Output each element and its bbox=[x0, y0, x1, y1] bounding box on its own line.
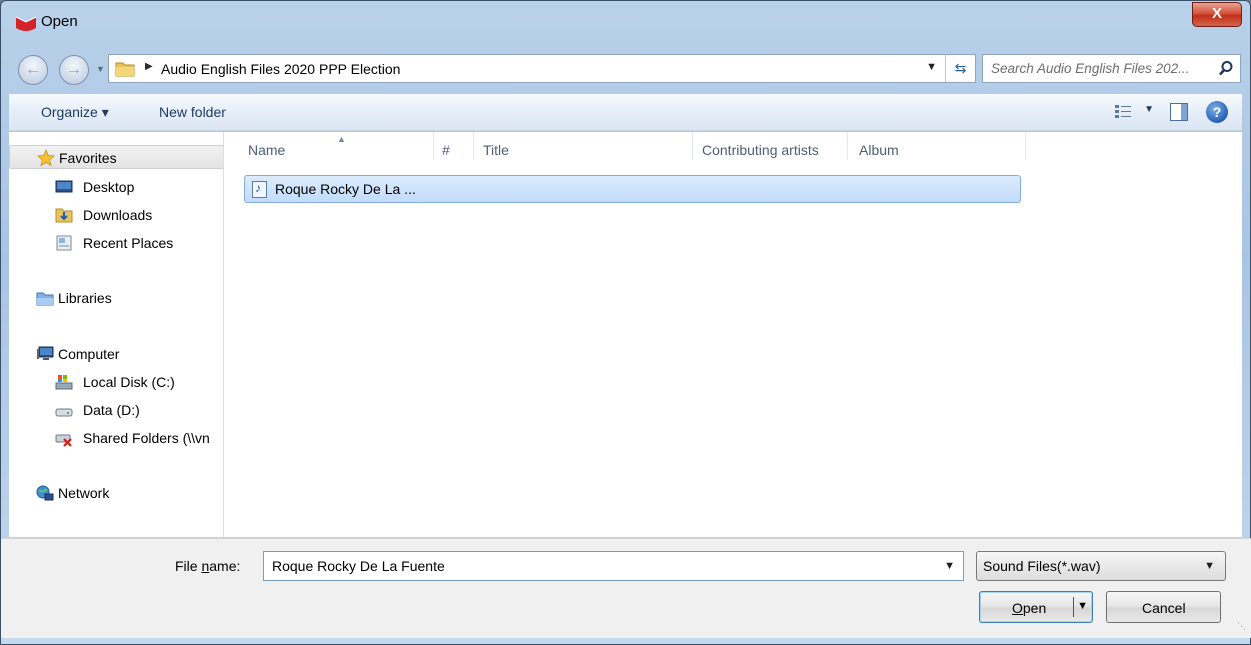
preview-pane-icon[interactable] bbox=[1170, 103, 1188, 121]
help-icon[interactable]: ? bbox=[1206, 101, 1228, 123]
search-box[interactable]: Search Audio English Files 202... bbox=[982, 54, 1241, 83]
title-bar: Open X bbox=[1, 1, 1250, 41]
resize-grip-icon[interactable]: ⋱ bbox=[1237, 621, 1246, 632]
sidebar-item-label: Local Disk (C:) bbox=[83, 374, 175, 390]
sidebar-item-label: Data (D:) bbox=[83, 402, 140, 418]
chevron-down-icon[interactable]: ▼ bbox=[1204, 560, 1215, 572]
close-icon: X bbox=[1211, 5, 1222, 22]
view-dropdown-icon[interactable]: ▼ bbox=[1144, 104, 1154, 115]
content-area: Favorites Desktop Downloads Recent Place… bbox=[9, 132, 1242, 537]
organize-button[interactable]: Organize ▾ bbox=[41, 104, 109, 121]
cancel-button[interactable]: Cancel bbox=[1106, 591, 1221, 623]
address-bar[interactable]: ▶ Audio English Files 2020 PPP Election … bbox=[108, 54, 976, 83]
split-divider bbox=[1073, 597, 1074, 617]
breadcrumb-current-folder[interactable]: Audio English Files 2020 PPP Election bbox=[161, 61, 400, 77]
sidebar-item-label: Desktop bbox=[83, 179, 135, 195]
chevron-down-icon[interactable]: ▼ bbox=[944, 560, 955, 572]
drive-icon bbox=[55, 408, 73, 417]
column-divider[interactable] bbox=[847, 132, 848, 160]
column-divider[interactable] bbox=[1025, 132, 1026, 160]
desktop-icon bbox=[55, 180, 73, 193]
open-button-label: Open bbox=[1012, 600, 1047, 616]
breadcrumb-chevron-icon[interactable]: ▶ bbox=[145, 61, 153, 72]
file-type-select[interactable]: Sound Files(*.wav) ▼ bbox=[976, 551, 1226, 581]
sidebar-item-label: Network bbox=[58, 485, 110, 501]
sidebar-item-data-drive[interactable]: Data (D:) bbox=[9, 398, 223, 422]
sidebar-item-label: Favorites bbox=[59, 150, 117, 166]
computer-icon bbox=[37, 346, 54, 360]
new-folder-button[interactable]: New folder bbox=[159, 104, 226, 120]
address-dropdown-icon[interactable]: ▼ bbox=[926, 61, 937, 73]
window-title: Open bbox=[41, 13, 78, 30]
search-input[interactable]: Search Audio English Files 202... bbox=[991, 61, 1189, 76]
audio-file-icon bbox=[252, 181, 267, 198]
recent-locations-dropdown-icon[interactable]: ▼ bbox=[96, 64, 105, 74]
column-divider[interactable] bbox=[692, 132, 693, 160]
sidebar-item-label: Computer bbox=[58, 346, 120, 362]
sidebar-item-label: Libraries bbox=[58, 290, 112, 306]
sidebar-item-recent-places[interactable]: Recent Places bbox=[9, 231, 223, 255]
column-header-track-number[interactable]: # bbox=[442, 142, 450, 158]
command-bar: Organize ▾ New folder ▼ ? bbox=[9, 94, 1242, 131]
navigation-pane[interactable]: Favorites Desktop Downloads Recent Place… bbox=[9, 132, 224, 537]
downloads-icon bbox=[55, 208, 73, 223]
sidebar-item-network[interactable]: Network bbox=[9, 481, 223, 505]
open-dialog: Open X ← → ▼ ▶ Audio English Files 2020 … bbox=[0, 0, 1251, 645]
sort-ascending-icon: ▲ bbox=[337, 134, 346, 144]
column-header-contributing-artists[interactable]: Contributing artists bbox=[702, 142, 819, 158]
sidebar-item-downloads[interactable]: Downloads bbox=[9, 203, 223, 227]
refresh-icon: ⇆ bbox=[954, 60, 967, 76]
forward-arrow-icon: → bbox=[66, 61, 82, 78]
sidebar-item-libraries[interactable]: Libraries bbox=[9, 286, 223, 310]
column-divider[interactable] bbox=[433, 132, 434, 160]
sidebar-item-label: Shared Folders (\\vn bbox=[83, 430, 210, 446]
column-divider[interactable] bbox=[473, 132, 474, 160]
sidebar-item-label: Downloads bbox=[83, 207, 153, 223]
file-name-field[interactable]: Roque Rocky De La Fuente ▼ bbox=[263, 551, 964, 581]
app-logo-icon bbox=[15, 16, 37, 31]
cancel-button-label: Cancel bbox=[1142, 600, 1186, 616]
file-name: Roque Rocky De La ... bbox=[275, 181, 416, 197]
search-icon[interactable] bbox=[1218, 60, 1234, 76]
sidebar-item-local-disk[interactable]: Local Disk (C:) bbox=[9, 370, 223, 394]
folder-icon bbox=[115, 62, 135, 77]
view-options-icon[interactable] bbox=[1114, 103, 1132, 121]
network-icon bbox=[36, 485, 54, 501]
back-button[interactable]: ← bbox=[18, 55, 48, 85]
recent-places-icon bbox=[56, 235, 72, 251]
close-button[interactable]: X bbox=[1192, 2, 1242, 27]
sidebar-item-favorites[interactable]: Favorites bbox=[9, 145, 223, 169]
file-name-label: File name: bbox=[175, 558, 241, 574]
disconnected-network-drive-icon bbox=[55, 434, 72, 447]
libraries-icon bbox=[36, 292, 54, 306]
back-arrow-icon: ← bbox=[25, 61, 41, 78]
star-icon bbox=[37, 149, 55, 167]
column-header-name[interactable]: Name bbox=[248, 142, 285, 158]
sidebar-item-label: Recent Places bbox=[83, 235, 174, 251]
dialog-footer: File name: Roque Rocky De La Fuente ▼ So… bbox=[1, 538, 1251, 638]
file-list[interactable]: ▲ Name # Title Contributing artists Albu… bbox=[225, 132, 1242, 537]
sidebar-item-shared-folders[interactable]: Shared Folders (\\vn bbox=[9, 426, 223, 450]
file-row[interactable]: Roque Rocky De La ... bbox=[244, 175, 1021, 203]
sidebar-item-computer[interactable]: Computer bbox=[9, 342, 223, 366]
file-name-value[interactable]: Roque Rocky De La Fuente bbox=[272, 558, 445, 574]
column-header-album[interactable]: Album bbox=[859, 142, 899, 158]
local-disk-icon bbox=[55, 375, 73, 390]
column-header-title[interactable]: Title bbox=[483, 142, 509, 158]
refresh-button[interactable]: ⇆ bbox=[945, 55, 975, 82]
forward-button[interactable]: → bbox=[59, 55, 89, 85]
sidebar-item-desktop[interactable]: Desktop bbox=[9, 175, 223, 199]
file-type-value: Sound Files(*.wav) bbox=[983, 558, 1101, 574]
open-button[interactable]: Open ▼ bbox=[979, 591, 1093, 623]
open-options-dropdown-icon[interactable]: ▼ bbox=[1077, 600, 1088, 612]
